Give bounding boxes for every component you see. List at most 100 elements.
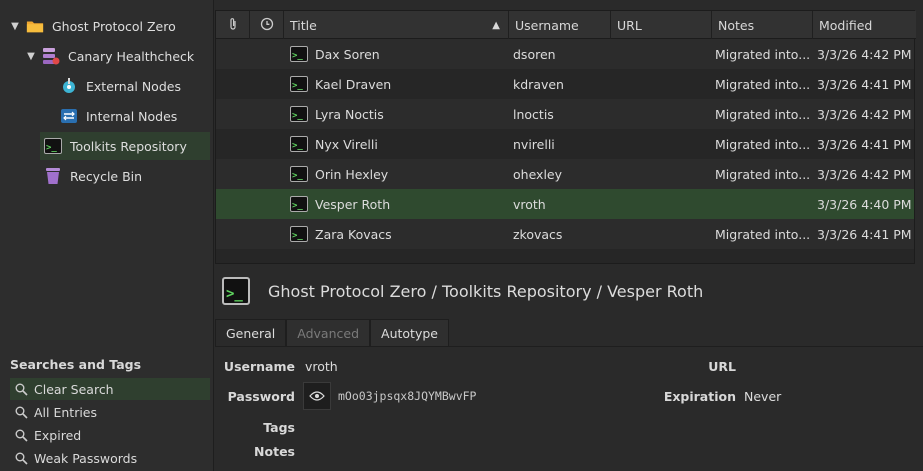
clock-icon [260, 17, 274, 34]
cell-modified: 3/3/26 4:42 PM [817, 166, 912, 182]
url-label: URL [708, 359, 736, 374]
password-value[interactable]: mOo03jpsqx8JQYMBwvFP [338, 389, 476, 403]
sort-ascending-icon: ▲ [492, 19, 500, 31]
tree-item-ghost-protocol-zero[interactable]: ▼ Ghost Protocol Zero [8, 12, 208, 40]
node-icon [60, 77, 78, 95]
expand-arrow-icon[interactable]: ▼ [24, 51, 38, 62]
entry-table: Title ▲ Username URL Notes Modified >_ D… [215, 10, 916, 264]
cell-username: lnoctis [513, 106, 554, 122]
tree-item-external-nodes[interactable]: External Nodes [56, 72, 210, 100]
table-header: Title ▲ Username URL Notes Modified [216, 11, 916, 39]
table-row[interactable]: >_ Orin Hexley ohexley Migrated into... … [216, 159, 914, 189]
table-row[interactable]: >_ Lyra Noctis lnoctis Migrated into... … [216, 99, 914, 129]
terminal-icon: >_ [290, 226, 308, 242]
terminal-icon: >_ [290, 196, 308, 212]
cell-title: Nyx Virelli [315, 136, 378, 152]
username-label: Username [223, 359, 295, 374]
cell-username: dsoren [513, 46, 556, 62]
terminal-icon: >_ [44, 137, 62, 155]
search-icon [14, 405, 28, 419]
tree-item-internal-nodes[interactable]: Internal Nodes [56, 102, 210, 130]
cell-notes: Migrated into... [715, 226, 811, 242]
search-icon [14, 382, 28, 396]
search-item-label: Clear Search [34, 381, 114, 397]
expiration-label: Expiration [663, 389, 736, 404]
terminal-icon: >_ [290, 46, 308, 62]
table-row[interactable]: >_ Kael Draven kdraven Migrated into... … [216, 69, 914, 99]
cell-title: Lyra Noctis [315, 106, 384, 122]
tab-advanced[interactable]: Advanced [286, 319, 371, 347]
table-row[interactable]: >_ Nyx Virelli nvirelli Migrated into...… [216, 129, 914, 159]
terminal-icon: >_ [290, 76, 308, 92]
cell-notes: Migrated into... [715, 136, 811, 152]
trash-icon [44, 167, 62, 185]
cell-modified: 3/3/26 4:42 PM [817, 46, 912, 62]
cell-username: vroth [513, 196, 546, 212]
table-row-selected[interactable]: >_ Vesper Roth vroth 3/3/26 4:40 PM [216, 189, 914, 219]
column-notes[interactable]: Notes [712, 11, 813, 39]
paperclip-icon [228, 17, 238, 34]
left-panel: ▼ Ghost Protocol Zero ▼ Canary Healthche… [0, 0, 214, 471]
search-expired[interactable]: Expired [10, 424, 210, 446]
breadcrumb: Ghost Protocol Zero / Toolkits Repositor… [268, 281, 704, 301]
terminal-icon: >_ [222, 277, 250, 305]
cell-modified: 3/3/26 4:41 PM [817, 226, 912, 242]
column-modified[interactable]: Modified [813, 11, 916, 39]
cell-username: ohexley [513, 166, 562, 182]
cell-username: zkovacs [513, 226, 563, 242]
table-row[interactable]: >_ Zara Kovacs zkovacs Migrated into... … [216, 219, 914, 249]
eye-icon [309, 389, 325, 404]
column-username[interactable]: Username [509, 11, 611, 39]
database-icon [42, 47, 60, 65]
tree-item-label: Recycle Bin [70, 168, 143, 184]
terminal-icon: >_ [290, 166, 308, 182]
tree-item-label: Canary Healthcheck [68, 48, 195, 64]
tree-item-label: Internal Nodes [86, 108, 178, 124]
tab-autotype[interactable]: Autotype [370, 319, 449, 347]
expiration-value: Never [744, 389, 782, 404]
search-all-entries[interactable]: All Entries [10, 401, 210, 423]
column-notes-label: Notes [718, 17, 755, 33]
tab-general[interactable]: General [215, 319, 287, 347]
tags-label: Tags [263, 420, 295, 435]
column-attachments[interactable] [216, 11, 250, 39]
cell-notes: Migrated into... [715, 46, 811, 62]
cell-notes: Migrated into... [715, 106, 811, 122]
search-item-label: All Entries [34, 404, 98, 420]
cell-modified: 3/3/26 4:41 PM [817, 136, 912, 152]
column-url[interactable]: URL [611, 11, 712, 39]
cell-title: Zara Kovacs [315, 226, 392, 242]
column-title[interactable]: Title ▲ [284, 11, 509, 39]
cell-notes: Migrated into... [715, 166, 811, 182]
username-value[interactable]: vroth [305, 359, 338, 374]
column-expires[interactable] [250, 11, 284, 39]
search-clear-search[interactable]: Clear Search [10, 378, 210, 400]
column-url-label: URL [617, 17, 642, 33]
tree-item-toolkits-repository[interactable]: >_ Toolkits Repository [40, 132, 210, 160]
tree-item-recycle-bin[interactable]: Recycle Bin [40, 162, 210, 190]
cell-title: Kael Draven [315, 76, 392, 92]
cell-title: Orin Hexley [315, 166, 389, 182]
column-username-label: Username [515, 17, 579, 33]
column-modified-label: Modified [819, 17, 873, 33]
tree-item-label: Ghost Protocol Zero [52, 18, 176, 34]
terminal-icon: >_ [290, 136, 308, 152]
column-title-label: Title [290, 17, 317, 33]
detail-tabs: General Advanced Autotype [215, 319, 449, 347]
cell-notes [715, 189, 811, 219]
cell-username: kdraven [513, 76, 564, 92]
cell-modified: 3/3/26 4:41 PM [817, 76, 912, 92]
show-password-button[interactable] [303, 382, 331, 410]
terminal-icon: >_ [290, 106, 308, 122]
tree-item-canary-healthcheck[interactable]: ▼ Canary Healthcheck [24, 42, 210, 70]
search-icon [14, 451, 28, 465]
password-label: Password [227, 389, 295, 404]
expand-arrow-icon[interactable]: ▼ [8, 21, 22, 32]
cell-modified: 3/3/26 4:42 PM [817, 106, 912, 122]
cell-username: nvirelli [513, 136, 555, 152]
cell-notes: Migrated into... [715, 76, 811, 92]
table-row[interactable]: >_ Dax Soren dsoren Migrated into... 3/3… [216, 39, 914, 69]
search-item-label: Expired [34, 427, 82, 443]
cell-title: Dax Soren [315, 46, 380, 62]
search-weak-passwords[interactable]: Weak Passwords [10, 447, 210, 469]
